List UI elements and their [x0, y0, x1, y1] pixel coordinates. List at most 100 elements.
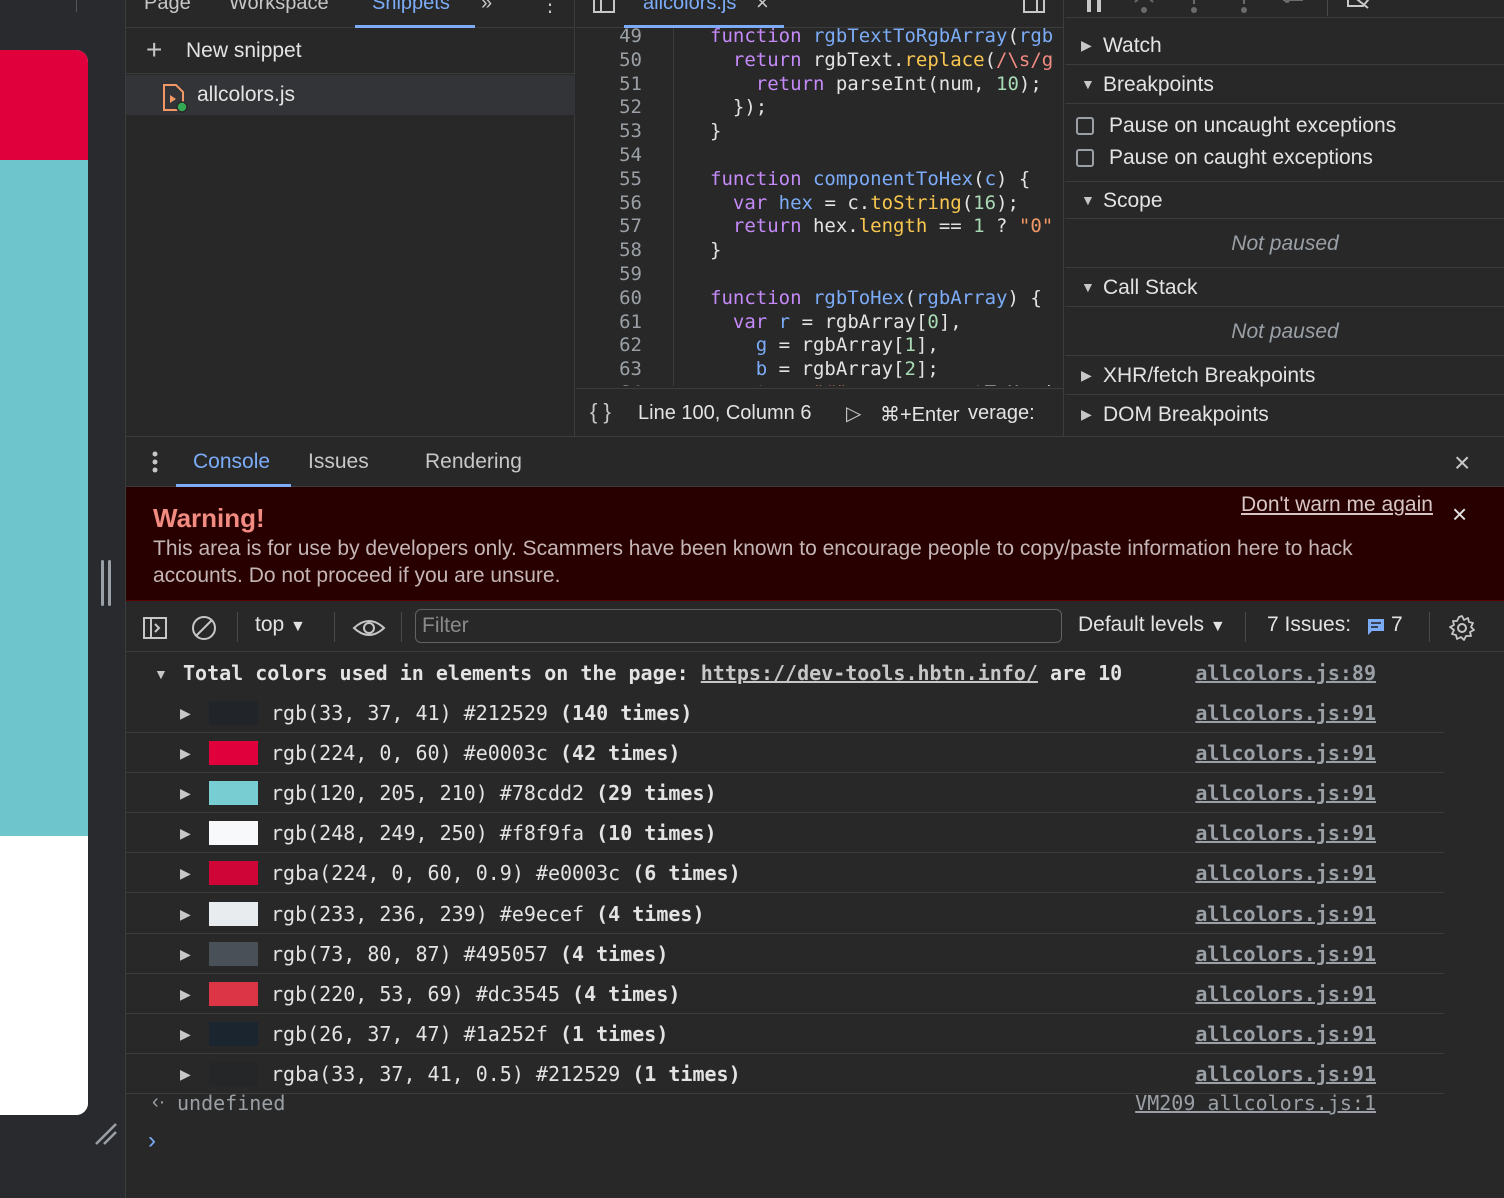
context-select[interactable]: top ▼	[255, 613, 306, 637]
resize-grip-icon[interactable]	[92, 1120, 120, 1148]
call-stack-pane-header[interactable]: ▼ Call Stack	[1065, 269, 1504, 307]
breakpoints-pane-header[interactable]: ▼ Breakpoints	[1065, 66, 1504, 104]
code-line[interactable]: 64 return "#" + componentToHex(	[576, 381, 1063, 386]
pause-caught-checkbox[interactable]	[1076, 149, 1094, 167]
source-link[interactable]: allcolors.js:91	[1195, 701, 1376, 725]
source-link[interactable]: allcolors.js:91	[1195, 982, 1376, 1006]
line-number[interactable]: 51	[576, 72, 642, 96]
code-line[interactable]: 50 return rgbText.replace(/\s/g	[576, 48, 1063, 72]
source-link[interactable]: allcolors.js:91	[1195, 821, 1376, 845]
code-line[interactable]: 59	[576, 262, 1063, 286]
sidebar-toggle-icon[interactable]	[141, 614, 169, 642]
code-line[interactable]: 52 });	[576, 95, 1063, 119]
expand-triangle-icon[interactable]: ▶	[180, 745, 191, 762]
tab-workspace[interactable]: Workspace	[229, 0, 329, 15]
dont-warn-again-link[interactable]: Don't warn me again	[1241, 493, 1433, 517]
expand-triangle-icon[interactable]: ▶	[180, 1066, 191, 1083]
issues-label[interactable]: 7 Issues:	[1267, 613, 1351, 637]
color-log-row[interactable]: ▶ rgb(233, 236, 239) #e9ecef (4 times) all…	[126, 894, 1444, 934]
source-link[interactable]: allcolors.js:91	[1195, 781, 1376, 805]
new-snippet-button[interactable]: + New snippet	[126, 28, 575, 74]
line-number[interactable]: 50	[576, 48, 642, 72]
expand-triangle-icon[interactable]: ▶	[180, 705, 191, 722]
color-log-row[interactable]: ▶ rgb(120, 205, 210) #78cdd2 (29 times) al…	[126, 773, 1444, 814]
line-number[interactable]: 64	[576, 381, 642, 386]
chevron-double-right-icon[interactable]: »	[481, 0, 492, 15]
expand-triangle-icon[interactable]: ▶	[180, 986, 191, 1003]
xhr-breakpoints-pane-header[interactable]: ▶ XHR/fetch Breakpoints	[1065, 357, 1504, 395]
tab-console[interactable]: Console	[193, 450, 270, 474]
pause-caught-row[interactable]: Pause on caught exceptions	[1065, 142, 1504, 174]
close-drawer-icon[interactable]: ×	[1454, 447, 1470, 479]
step-out-icon[interactable]	[1231, 0, 1257, 16]
code-line[interactable]: 63 b = rgbArray[2];	[576, 357, 1063, 381]
line-number[interactable]: 55	[576, 167, 642, 191]
scope-pane-header[interactable]: ▼ Scope	[1065, 181, 1504, 219]
clear-console-icon[interactable]	[190, 614, 218, 642]
expand-triangle-icon[interactable]: ▶	[180, 825, 191, 842]
code-line[interactable]: 60 function rgbToHex(rgbArray) {	[576, 286, 1063, 310]
close-warning-icon[interactable]: ×	[1452, 499, 1467, 530]
color-log-row[interactable]: ▶ rgb(220, 53, 69) #dc3545 (4 times) allco…	[126, 974, 1444, 1014]
expand-triangle-icon[interactable]: ▶	[180, 906, 191, 923]
line-number[interactable]: 61	[576, 310, 642, 334]
expand-triangle-icon[interactable]: ▶	[180, 865, 191, 882]
color-log-row[interactable]: ▶ rgb(33, 37, 41) #212529 (140 times) allc…	[126, 693, 1444, 733]
pause-uncaught-checkbox[interactable]	[1076, 117, 1094, 135]
code-line[interactable]: 54	[576, 143, 1063, 167]
code-line[interactable]: 62 g = rgbArray[1],	[576, 333, 1063, 357]
code-line[interactable]: 58}	[576, 238, 1063, 262]
code-line[interactable]: 49 function rgbTextToRgbArray(rgb	[576, 28, 1063, 48]
line-number[interactable]: 62	[576, 333, 642, 357]
live-expression-eye-icon[interactable]	[352, 614, 386, 642]
more-vertical-icon[interactable]	[148, 447, 162, 477]
dom-breakpoints-pane-header[interactable]: ▶ DOM Breakpoints	[1065, 396, 1504, 434]
split-drag-handle[interactable]	[101, 560, 111, 606]
source-link[interactable]: allcolors.js:91	[1195, 861, 1376, 885]
tab-rendering[interactable]: Rendering	[425, 450, 522, 474]
tab-issues[interactable]: Issues	[308, 450, 369, 474]
code-line[interactable]: 51 return parseInt(num, 10);	[576, 72, 1063, 96]
issues-count[interactable]: 7	[1391, 613, 1403, 637]
expand-triangle-icon[interactable]: ▶	[180, 1026, 191, 1043]
line-number[interactable]: 49	[576, 28, 642, 48]
step-over-icon[interactable]	[1131, 0, 1157, 16]
line-number[interactable]: 63	[576, 357, 642, 381]
page-url-link[interactable]: https://dev-tools.hbtn.info/	[701, 661, 1038, 685]
source-link[interactable]: allcolors.js:91	[1195, 902, 1376, 926]
pretty-print-icon[interactable]: { }	[590, 399, 611, 425]
tab-page[interactable]: Page	[144, 0, 191, 15]
pause-uncaught-row[interactable]: Pause on uncaught exceptions	[1065, 110, 1504, 142]
watch-pane-header[interactable]: ▶ Watch	[1065, 27, 1504, 65]
color-log-row[interactable]: ▶ rgb(248, 249, 250) #f8f9fa (10 times) al…	[126, 813, 1444, 854]
close-tab-icon[interactable]: ×	[756, 0, 769, 16]
line-number[interactable]: 59	[576, 262, 642, 286]
source-link[interactable]: allcolors.js:91	[1195, 741, 1376, 765]
step-icon[interactable]	[1281, 0, 1307, 16]
pause-icon[interactable]	[1081, 0, 1107, 16]
code-line[interactable]: 53}	[576, 119, 1063, 143]
color-log-row[interactable]: ▶ rgba(224, 0, 60, 0.9) #e0003c (6 times)…	[126, 853, 1444, 894]
color-log-row[interactable]: ▶ rgb(73, 80, 87) #495057 (4 times) allcol…	[126, 934, 1444, 974]
line-number[interactable]: 56	[576, 191, 642, 215]
run-snippet-icon[interactable]: ▷	[846, 401, 861, 426]
line-number[interactable]: 52	[576, 95, 642, 119]
source-link[interactable]: allcolors.js:91	[1195, 942, 1376, 966]
line-number[interactable]: 53	[576, 119, 642, 143]
editor-tab-allcolors[interactable]: allcolors.js	[643, 0, 736, 15]
expand-triangle-icon[interactable]: ▶	[180, 946, 191, 963]
log-group-header[interactable]: ▼ Total colors used in elements on the p…	[126, 653, 1444, 693]
code-line[interactable]: 61 var r = rgbArray[0],	[576, 310, 1063, 334]
toggle-debugger-icon[interactable]	[1021, 0, 1047, 16]
color-log-row[interactable]: ▶ rgb(26, 37, 47) #1a252f (1 times) allcol…	[126, 1014, 1444, 1054]
source-link[interactable]: VM209 allcolors.js:1	[1135, 1091, 1376, 1115]
line-number[interactable]: 60	[576, 286, 642, 310]
tab-snippets[interactable]: Snippets	[372, 0, 450, 15]
gear-icon[interactable]	[1448, 614, 1476, 642]
color-log-row[interactable]: ▶ rgb(224, 0, 60) #e0003c (42 times) allco…	[126, 733, 1444, 774]
line-number[interactable]: 57	[576, 214, 642, 238]
step-into-icon[interactable]	[1181, 0, 1207, 16]
snippet-file-item[interactable]: allcolors.js	[126, 75, 575, 115]
log-levels-select[interactable]: Default levels ▼	[1078, 613, 1226, 637]
source-link[interactable]: allcolors.js:89	[1195, 661, 1376, 685]
